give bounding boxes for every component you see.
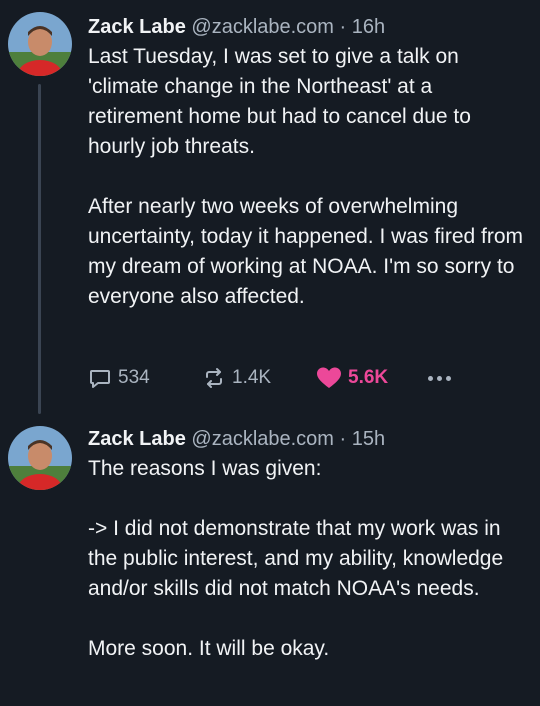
post-time[interactable]: 16h [352,16,385,38]
post-text: The reasons I was given: -> I did not de… [88,454,530,664]
post-paragraph: Last Tuesday, I was set to give a talk o… [88,45,471,158]
post-paragraph: More soon. It will be okay. [88,637,330,660]
post-header: Zack Labe @zacklabe.com · 15h [88,424,530,454]
post-paragraph: The reasons I was given: [88,457,322,480]
post-text: Last Tuesday, I was set to give a talk o… [88,42,530,312]
separator: · [339,16,347,38]
reply-button[interactable]: 534 [88,362,150,394]
reply-count: 534 [118,367,150,388]
heart-icon [316,366,348,390]
author-handle[interactable]: @zacklabe.com [191,16,334,38]
post[interactable]: Zack Labe @zacklabe.com · 16h Last Tuesd… [0,0,540,420]
repost-arrows-icon [202,366,232,390]
author-handle[interactable]: @zacklabe.com [191,428,334,450]
post-header: Zack Labe @zacklabe.com · 16h [88,12,530,42]
more-dots-icon [428,375,451,381]
author-name[interactable]: Zack Labe [88,16,186,38]
repost-count: 1.4K [232,367,272,388]
post-paragraph: After nearly two weeks of overwhelming u… [88,195,524,308]
author-name[interactable]: Zack Labe [88,428,186,450]
thread-line [38,84,41,414]
reply-bubble-icon [88,366,118,390]
action-bar: 534 1.4K 5.6K [88,362,530,394]
avatar[interactable] [8,426,72,490]
post-time[interactable]: 15h [352,428,385,450]
post[interactable]: Zack Labe @zacklabe.com · 15h The reason… [0,420,540,706]
like-button[interactable]: 5.6K [316,362,388,394]
post-paragraph: -> I did not demonstrate that my work wa… [88,517,504,600]
repost-button[interactable]: 1.4K [202,362,271,394]
avatar[interactable] [8,12,72,76]
more-options-button[interactable] [428,362,451,394]
separator: · [339,428,347,450]
like-count: 5.6K [348,367,389,388]
